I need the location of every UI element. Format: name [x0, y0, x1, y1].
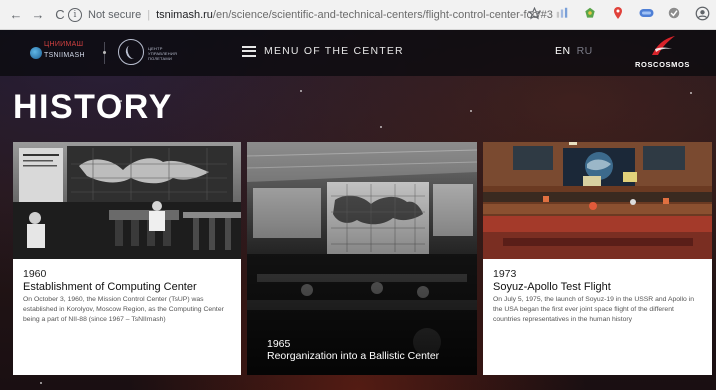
extension-icon[interactable]	[638, 5, 654, 21]
menu-label: MENU OF THE CENTER	[264, 45, 404, 57]
language-switcher: EN RU	[555, 45, 593, 57]
hamburger-icon	[242, 45, 256, 57]
history-card-1960[interactable]: 1960 Establishment of Computing Center O…	[13, 142, 241, 375]
browser-actions	[526, 5, 710, 21]
page-content: ЦНИИМАШ TSNIIMASH ЦЕНТР УПРАВЛЕНИЯ ПОЛЕТ…	[0, 30, 716, 390]
mcc-logo-line: ПОЛЕТАМИ	[148, 56, 173, 61]
history-card-1973[interactable]: 1973 Soyuz-Apollo Test Flight On July 5,…	[483, 142, 712, 375]
card-year: 1960	[23, 268, 47, 280]
url-path: /en/science/scientific-and-technical-cen…	[212, 8, 553, 21]
globe-icon	[30, 47, 42, 59]
separator: |	[147, 8, 151, 21]
menu-button[interactable]: MENU OF THE CENTER	[242, 45, 404, 57]
extension-icon[interactable]	[554, 5, 570, 21]
page-title: HISTORY	[13, 88, 173, 126]
address-bar[interactable]: i Not secure | tsnimash.ru/en/science/sc…	[68, 4, 562, 25]
security-label: Not secure	[88, 8, 142, 21]
account-icon[interactable]	[694, 5, 710, 21]
url-text[interactable]: tsnimash.ru/en/science/scientific-and-te…	[156, 9, 553, 21]
card-photo	[483, 142, 712, 259]
divider-dot	[103, 51, 106, 54]
card-title: Establishment of Computing Center	[23, 281, 197, 293]
logo-line-2: TSNIIMASH	[44, 52, 85, 59]
extension-icon[interactable]	[582, 5, 598, 21]
star-icon[interactable]	[526, 5, 542, 21]
mcc-logo[interactable]: ЦЕНТР УПРАВЛЕНИЯ ПОЛЕТАМИ	[118, 38, 177, 68]
history-card-1965[interactable]: 1965 Reorganization into a Ballistic Cen…	[247, 142, 477, 375]
site-header: ЦНИИМАШ TSNIIMASH ЦЕНТР УПРАВЛЕНИЯ ПОЛЕТ…	[0, 30, 716, 76]
background-star	[300, 90, 302, 92]
browser-toolbar: ← → C i Not secure | tsnimash.ru/en/scie…	[0, 0, 716, 30]
background-star	[470, 110, 472, 112]
info-icon[interactable]: i	[68, 7, 82, 22]
logo-line-1: ЦНИИМАШ	[44, 41, 84, 48]
url-domain: tsnimash.ru	[156, 8, 213, 21]
background-star	[40, 382, 42, 384]
tsniimash-logo[interactable]: ЦНИИМАШ TSNIIMASH	[30, 39, 90, 67]
background-star	[690, 92, 692, 94]
roscosmos-logo[interactable]: ROSCOSMOS	[634, 35, 694, 73]
location-icon[interactable]	[610, 5, 626, 21]
card-title: Soyuz-Apollo Test Flight	[493, 281, 611, 293]
emblem-icon	[118, 39, 144, 65]
card-year: 1973	[493, 268, 517, 280]
forward-icon[interactable]: →	[30, 7, 46, 23]
card-year: 1965	[267, 338, 291, 350]
back-icon[interactable]: ←	[8, 7, 24, 23]
card-title: Reorganization into a Ballistic Center	[267, 350, 440, 362]
card-text: On July 5, 1975, the launch of Soyuz-19 …	[493, 296, 695, 323]
roscosmos-swoosh-icon	[652, 36, 675, 55]
lang-ru-link[interactable]: RU	[577, 45, 593, 57]
background-star	[380, 126, 382, 128]
reload-icon[interactable]: C	[52, 7, 68, 23]
extension-icon[interactable]	[666, 5, 682, 21]
card-text: On October 3, 1960, the Mission Control …	[23, 296, 224, 323]
card-photo	[13, 142, 241, 259]
roscosmos-label: ROSCOSMOS	[635, 60, 690, 69]
lang-en-link[interactable]: EN	[555, 45, 571, 57]
